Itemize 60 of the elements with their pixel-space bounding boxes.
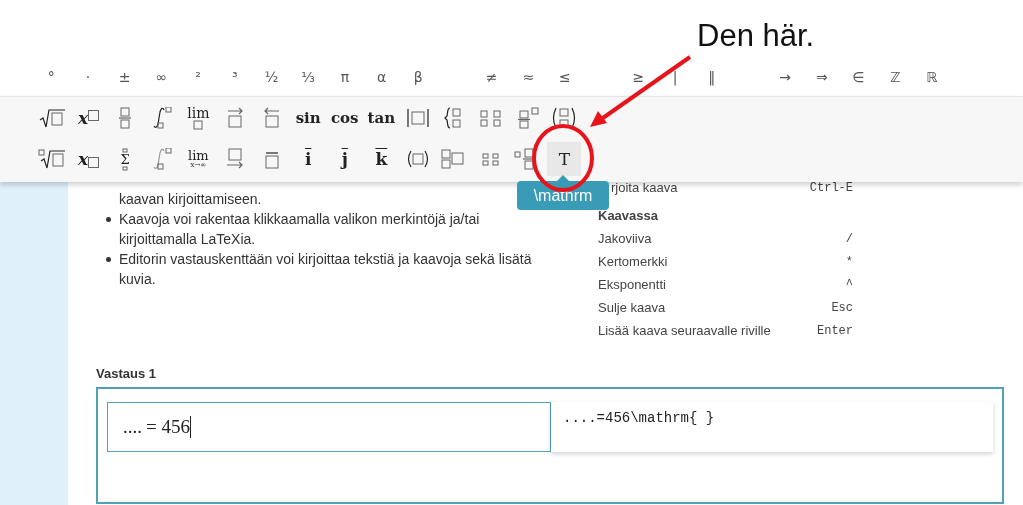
tooltip-pointer-icon [557,175,569,181]
annotation-text: Den här. [697,18,815,54]
limit-box-icon [193,120,204,130]
formula-button[interactable]: Σ [108,142,143,176]
symbol-key[interactable]: ≥ [620,67,657,96]
shortcut-label: rjoita kaava [611,180,678,195]
symbol-key[interactable]: · [69,67,107,96]
square-root-icon [38,107,66,129]
section-heading: Kaavassa [598,208,658,223]
formula-button[interactable]: j [327,142,362,176]
symbol-key[interactable]: | [656,67,694,96]
upper-limit-icon [122,147,129,153]
symbol-key[interactable]: ≈ [509,67,547,96]
formula-button[interactable]: x [71,142,106,176]
shortcut-label: Sulje kaava [598,300,666,315]
symbol-key[interactable]: ± [106,67,144,96]
symbol-key[interactable]: π [326,67,364,96]
symbol-key[interactable]: ∈ [840,67,877,96]
superscript-box-icon [88,109,100,121]
symbol-key[interactable]: ⅓ [289,67,327,96]
nth-root-icon [38,148,66,170]
symbol-key[interactable]: ℝ [913,67,951,96]
shortcut-key: * [845,254,853,269]
shortcut-key: / [845,231,853,246]
answer-label: Vastaus 1 [96,366,157,382]
formula-button[interactable]: cos [327,101,362,135]
shortcut-key: Esc [831,300,853,315]
symbol-key[interactable]: ≠ [473,67,510,96]
symbol-key[interactable]: α [363,67,400,96]
symbol-key[interactable]: ∞ [143,67,180,96]
symbol-key[interactable]: β [399,67,437,96]
lower-limit-icon [122,165,129,171]
formula-input[interactable]: .... = 456 [107,402,551,452]
shortcut-key: Ctrl-E [809,180,853,195]
formula-button[interactable]: tan [364,101,399,135]
symbol-key[interactable]: ⇒ [803,67,841,96]
symbol-key[interactable]: ½ [253,67,290,96]
shortcut-label: Jakoviiva [598,231,652,246]
subscript-box-icon [88,156,100,168]
symbol-key[interactable]: ° [33,67,70,96]
formula-button[interactable]: k [364,142,399,176]
shortcut-key: ^ [845,277,853,292]
formula-button[interactable]: lim [181,101,216,135]
symbol-key[interactable]: ℤ [876,67,914,96]
shortcut-label: Eksponentti [598,277,666,292]
symbol-key[interactable]: ‖ [693,67,731,96]
formula-button[interactable]: T [547,142,582,176]
shortcut-label: Kertomerkki [598,254,668,269]
shortcut-label: Lisää kaava seuraavalle riville [598,323,771,338]
formula-button[interactable]: i [291,142,326,176]
symbol-key[interactable]: ³ [216,67,254,96]
formula-button[interactable]: x [71,101,106,135]
instruction-text: Editorin vastauskenttään voi kirjoittaa tekstiä ja kaavoja sekä lisätä kuvia. [119,250,533,289]
shortcut-key: Enter [817,323,853,338]
symbol-key[interactable]: → [766,67,804,96]
symbol-key[interactable]: ≤ [546,67,584,96]
symbol-key[interactable]: ² [179,67,217,96]
formula-button[interactable]: sin [291,101,326,135]
instruction-text: Kaavoja voi rakentaa klikkaamalla valikon merkintöjä ja/tai kirjoittamalla LaTeXia. [119,210,481,249]
latex-field[interactable]: ....=456\mathrm{ } [551,402,993,452]
